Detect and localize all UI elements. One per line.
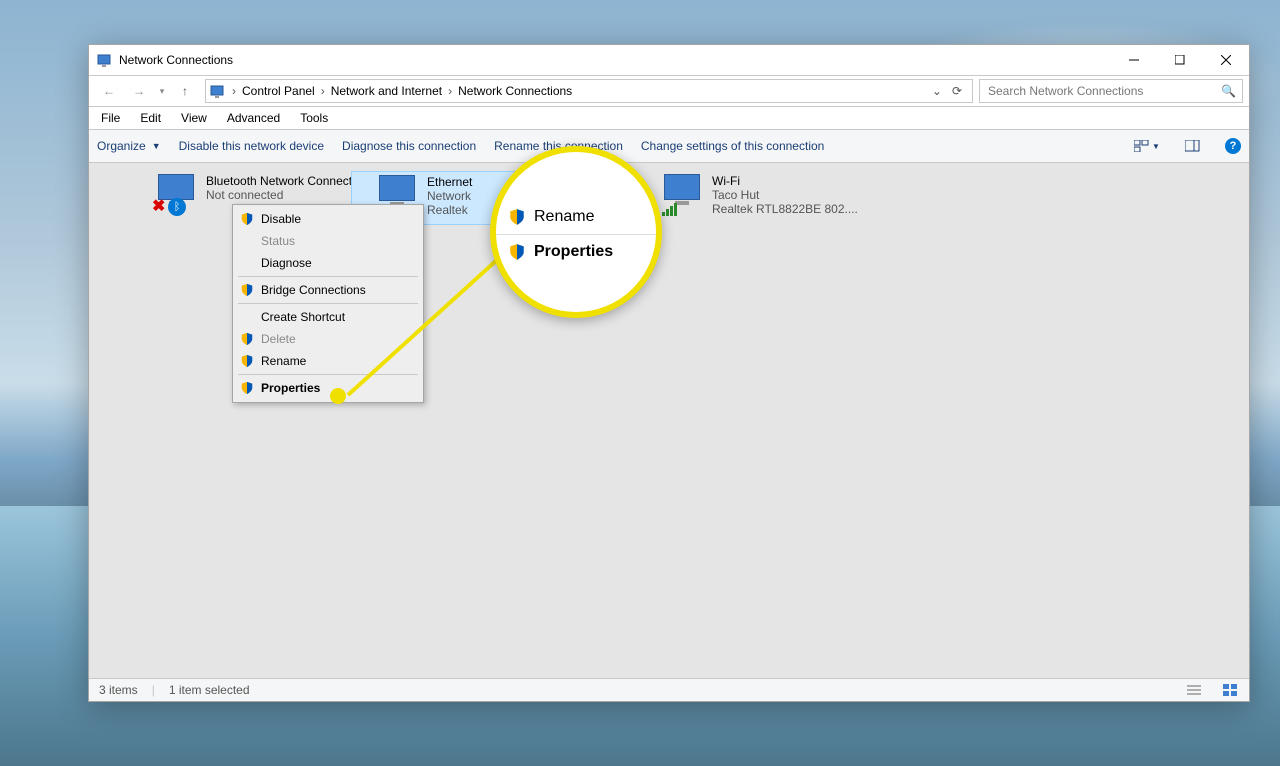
view-icons-icon[interactable] <box>1223 684 1239 696</box>
command-bar: Organize ▼ Disable this network device D… <box>89 130 1249 163</box>
adapter-name: Wi-Fi <box>712 174 858 188</box>
annotation-magnifier: Rename Properties <box>490 146 662 318</box>
adapter-device: Realtek <box>427 203 472 217</box>
view-options-button[interactable]: ▼ <box>1133 134 1161 158</box>
context-menu: Disable Status Diagnose Bridge Connections C… <box>232 204 424 403</box>
cmd-change-settings[interactable]: Change settings of this connection <box>641 139 824 153</box>
status-bar: 3 items | 1 item selected <box>89 678 1249 701</box>
chevron-right-icon[interactable]: › <box>230 84 238 98</box>
adapter-name: Ethernet <box>427 175 472 189</box>
context-menu-label: Bridge Connections <box>261 283 366 297</box>
menu-file[interactable]: File <box>93 109 128 127</box>
uac-shield-icon <box>240 332 254 346</box>
context-menu-create-shortcut[interactable]: Create Shortcut <box>235 306 421 328</box>
annotation-highlight-dot <box>330 388 346 404</box>
breadcrumb-segment[interactable]: Control Panel <box>238 84 319 98</box>
nav-back-button[interactable]: ← <box>95 79 123 103</box>
network-adapter-icon <box>658 174 706 214</box>
adapter-status: Not connected <box>206 188 368 202</box>
uac-shield-icon <box>240 381 254 395</box>
adapter-status: Taco Hut <box>712 188 858 202</box>
control-panel-icon <box>210 83 226 99</box>
context-menu-bridge-connections[interactable]: Bridge Connections <box>235 279 421 301</box>
uac-shield-icon <box>508 243 526 261</box>
context-menu-diagnose[interactable]: Diagnose <box>235 252 421 274</box>
context-menu-status: Status <box>235 230 421 252</box>
window-title: Network Connections <box>119 53 1111 67</box>
address-bar-row: ← → ▾ ↑ › Control Panel › Network and In… <box>89 76 1249 107</box>
context-menu-label: Properties <box>261 381 320 395</box>
network-adapter-icon: ✖ ᛒ <box>152 174 200 214</box>
breadcrumb-bar[interactable]: › Control Panel › Network and Internet ›… <box>205 79 973 103</box>
search-box[interactable]: 🔍 <box>979 79 1243 103</box>
chevron-down-icon: ▼ <box>152 141 161 151</box>
context-menu-properties[interactable]: Properties <box>235 377 421 399</box>
context-menu-label: Rename <box>261 354 306 368</box>
close-button[interactable] <box>1203 45 1249 75</box>
menu-tools[interactable]: Tools <box>292 109 336 127</box>
magnified-rename: Rename <box>496 200 656 234</box>
adapter-name: Bluetooth Network Connection <box>206 174 368 188</box>
menu-view[interactable]: View <box>173 109 215 127</box>
context-menu-label: Diagnose <box>261 256 312 270</box>
adapter-wifi[interactable]: Wi-Fi Taco Hut Realtek RTL8822BE 802.... <box>655 171 901 223</box>
address-history-dropdown[interactable]: ⌄ <box>928 84 946 98</box>
desktop-wallpaper: Network Connections ← → ▾ ↑ › Control Pa… <box>0 0 1280 766</box>
titlebar[interactable]: Network Connections <box>89 45 1249 76</box>
uac-shield-icon <box>508 208 526 226</box>
context-menu-label: Delete <box>261 332 296 346</box>
nav-recent-dropdown[interactable]: ▾ <box>155 79 169 103</box>
disconnected-x-icon: ✖ <box>152 196 165 216</box>
adapter-device: Realtek RTL8822BE 802.... <box>712 202 858 216</box>
refresh-button[interactable]: ⟳ <box>946 84 968 98</box>
menu-advanced[interactable]: Advanced <box>219 109 288 127</box>
breadcrumb-segment[interactable]: Network and Internet <box>327 84 446 98</box>
chevron-right-icon[interactable]: › <box>319 84 327 98</box>
status-selected-count: 1 item selected <box>169 683 250 697</box>
breadcrumb-segment[interactable]: Network Connections <box>454 84 576 98</box>
control-panel-icon <box>97 52 113 68</box>
nav-up-button[interactable]: ↑ <box>171 79 199 103</box>
search-input[interactable] <box>986 83 1221 99</box>
wifi-signal-icon <box>662 203 677 216</box>
minimize-button[interactable] <box>1111 45 1157 75</box>
status-item-count: 3 items <box>99 683 138 697</box>
cmd-disable-device[interactable]: Disable this network device <box>179 139 324 153</box>
magnified-properties: Properties <box>496 234 656 269</box>
adapter-status: Network <box>427 189 472 203</box>
menu-edit[interactable]: Edit <box>132 109 169 127</box>
uac-shield-icon <box>240 283 254 297</box>
organize-button[interactable]: Organize ▼ <box>97 139 161 153</box>
uac-shield-icon <box>240 212 254 226</box>
nav-forward-button[interactable]: → <box>125 79 153 103</box>
chevron-right-icon[interactable]: › <box>446 84 454 98</box>
context-menu-rename[interactable]: Rename <box>235 350 421 372</box>
bluetooth-icon: ᛒ <box>168 198 186 216</box>
search-icon[interactable]: 🔍 <box>1221 84 1236 98</box>
context-menu-label: Status <box>261 234 295 248</box>
preview-pane-button[interactable] <box>1179 134 1207 158</box>
help-button[interactable]: ? <box>1225 138 1241 154</box>
maximize-button[interactable] <box>1157 45 1203 75</box>
context-menu-label: Disable <box>261 212 301 226</box>
uac-shield-icon <box>240 354 254 368</box>
context-menu-label: Create Shortcut <box>261 310 345 324</box>
menubar: File Edit View Advanced Tools <box>89 107 1249 130</box>
context-menu-delete: Delete <box>235 328 421 350</box>
context-menu-disable[interactable]: Disable <box>235 208 421 230</box>
cmd-diagnose[interactable]: Diagnose this connection <box>342 139 476 153</box>
view-details-icon[interactable] <box>1187 684 1203 696</box>
